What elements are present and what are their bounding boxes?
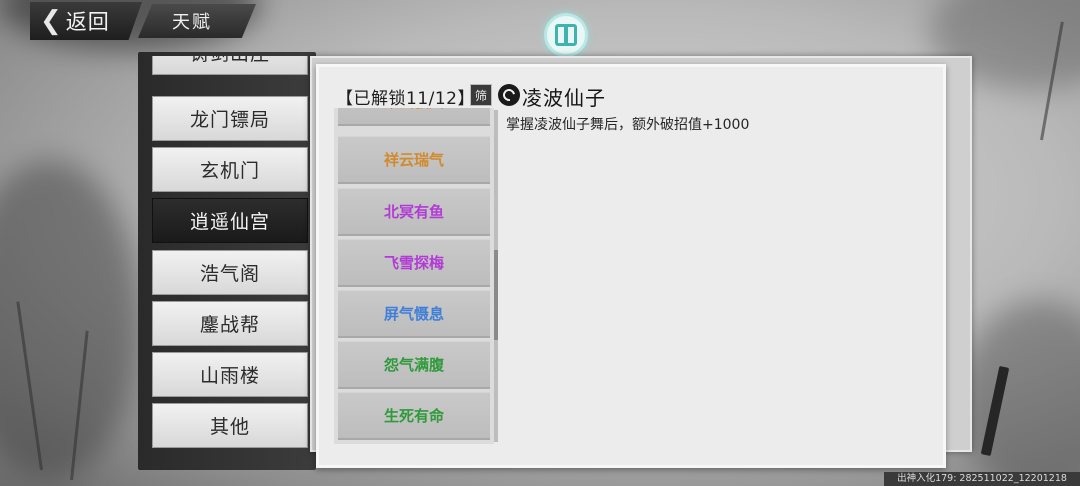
talent-list-item[interactable]: 北冥有鱼: [338, 188, 490, 236]
talent-description: 掌握凌波仙子舞后，额外破招值+1000: [506, 117, 750, 133]
talent-list-item[interactable]: 乘云驭风: [338, 108, 490, 126]
sidebar-item-haoqi[interactable]: 浩气阁: [152, 250, 308, 295]
ink-wash-bottom-right: [960, 300, 1080, 486]
talent-title: 凌波仙子: [522, 86, 606, 110]
sidebar-item-zhujian[interactable]: 铸剑山庄: [152, 56, 308, 75]
sidebar[interactable]: 铸剑山庄 龙门镖局 玄机门 逍遥仙宫 浩气阁 鏖战帮 山雨楼 其他: [152, 56, 310, 456]
talent-list-scrollbar[interactable]: [494, 110, 498, 442]
version-label: 出神入化179: 282511022_12201218: [884, 472, 1080, 486]
talent-list-item[interactable]: 飞雪探梅: [338, 239, 490, 287]
talent-list-item[interactable]: 屏气慑息: [338, 290, 490, 338]
chevron-left-icon: ❮: [40, 6, 62, 36]
talent-book-icon[interactable]: [541, 12, 591, 58]
unlock-status: 【已解锁11/12】: [336, 89, 475, 109]
back-label: 返回: [65, 10, 110, 34]
page-title: 天赋: [172, 12, 212, 33]
sidebar-item-other[interactable]: 其他: [152, 403, 308, 448]
back-button[interactable]: ❮ 返回: [30, 2, 142, 40]
talent-list-item[interactable]: 祥云瑞气: [338, 136, 490, 184]
talent-list-item[interactable]: 怨气满腹: [338, 341, 490, 389]
sidebar-item-aozhan[interactable]: 鏖战帮: [152, 301, 308, 346]
dancer-icon: [498, 84, 520, 106]
sidebar-item-shanyu[interactable]: 山雨楼: [152, 352, 308, 397]
talent-list-item[interactable]: 生死有命: [338, 392, 490, 440]
page-title-tab: 天赋: [138, 4, 256, 38]
sidebar-item-xuanji[interactable]: 玄机门: [152, 147, 308, 192]
scrollbar-thumb[interactable]: [494, 250, 498, 340]
sidebar-item-longmen[interactable]: 龙门镖局: [152, 96, 308, 141]
talent-list[interactable]: 乘云驭风 祥云瑞气 北冥有鱼 飞雪探梅 屏气慑息 怨气满腹 生死有命: [334, 108, 494, 444]
sidebar-item-xiaoyao[interactable]: 逍遥仙宫: [152, 198, 308, 243]
filter-button[interactable]: 筛: [470, 84, 492, 106]
